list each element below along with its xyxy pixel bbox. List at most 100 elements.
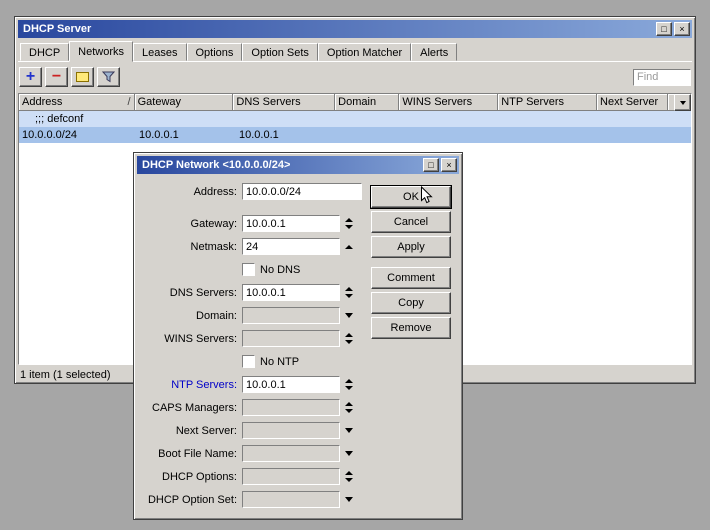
filter-button[interactable] — [97, 67, 120, 87]
caps-managers-spinner[interactable] — [342, 402, 356, 413]
gateway-spinner[interactable] — [342, 218, 356, 229]
table-row-comment[interactable]: ;;; defconf — [19, 111, 691, 127]
copy-button[interactable]: Copy — [371, 292, 451, 314]
domain-row: Domain: — [143, 304, 369, 327]
caps-managers-field[interactable] — [242, 399, 340, 416]
spin-down-icon — [345, 225, 353, 229]
address-field[interactable] — [242, 183, 362, 200]
spin-up-icon — [345, 245, 353, 249]
no-ntp-checkbox[interactable] — [242, 355, 255, 368]
main-window-titlebar[interactable]: DHCP Server □ × — [18, 20, 692, 38]
close-icon: × — [679, 24, 684, 34]
dhcp-option-set-field[interactable] — [242, 491, 340, 508]
toolbar: + − — [18, 66, 692, 88]
spin-up-icon — [345, 471, 353, 475]
comment-icon — [76, 72, 89, 82]
dialog-body: Address: Gateway: Netmask: — [137, 174, 459, 509]
tab-label: Option Sets — [251, 47, 308, 59]
desktop: DHCP Server □ × DHCP Networks Leases Opt… — [0, 0, 710, 530]
domain-dropdown[interactable] — [342, 313, 356, 318]
comment-button[interactable] — [71, 67, 94, 87]
caps-managers-row: CAPS Managers: — [143, 396, 369, 419]
find-input[interactable] — [633, 69, 691, 86]
add-button[interactable]: + — [19, 67, 42, 87]
domain-field[interactable] — [242, 307, 340, 324]
no-dns-checkbox[interactable] — [242, 263, 255, 276]
close-button[interactable]: × — [674, 22, 690, 36]
next-server-dropdown[interactable] — [342, 428, 356, 433]
dropdown-icon — [345, 497, 353, 502]
dns-servers-spinner[interactable] — [342, 287, 356, 298]
remove-button[interactable]: − — [45, 67, 68, 87]
next-server-row: Next Server: — [143, 419, 369, 442]
dhcp-option-set-label: DHCP Option Set: — [143, 494, 242, 506]
wins-servers-field[interactable] — [242, 330, 340, 347]
sort-indicator-icon: / — [128, 96, 131, 110]
ntp-servers-field[interactable] — [242, 376, 340, 393]
ok-button[interactable]: OK — [371, 186, 451, 208]
caps-managers-label: CAPS Managers: — [143, 402, 242, 414]
column-header-gateway[interactable]: Gateway — [135, 94, 234, 111]
tab-options[interactable]: Options — [187, 43, 243, 61]
tab-label: Options — [196, 47, 234, 59]
dhcp-option-set-dropdown[interactable] — [342, 497, 356, 502]
add-icon: + — [26, 70, 35, 84]
boot-file-name-label: Boot File Name: — [143, 448, 242, 460]
column-header-wins-servers[interactable]: WINS Servers — [399, 94, 498, 111]
wins-servers-spinner[interactable] — [342, 333, 356, 344]
comment-button[interactable]: Comment — [371, 267, 451, 289]
boot-file-name-row: Boot File Name: — [143, 442, 369, 465]
close-icon: × — [446, 160, 451, 170]
column-select-button[interactable] — [674, 94, 691, 111]
maximize-button[interactable]: □ — [656, 22, 672, 36]
ntp-servers-spinner[interactable] — [342, 379, 356, 390]
column-header-address[interactable]: Address / — [19, 94, 135, 111]
dhcp-options-field[interactable] — [242, 468, 340, 485]
tab-alerts[interactable]: Alerts — [411, 43, 457, 61]
column-header-next-server[interactable]: Next Server — [597, 94, 668, 111]
column-header-ntp-servers[interactable]: NTP Servers — [498, 94, 597, 111]
tab-dhcp[interactable]: DHCP — [20, 43, 69, 61]
boot-file-name-dropdown[interactable] — [342, 451, 356, 456]
next-server-field[interactable] — [242, 422, 340, 439]
ntp-servers-row: NTP Servers: — [143, 373, 369, 396]
remove-button[interactable]: Remove — [371, 317, 451, 339]
dialog-titlebar[interactable]: DHCP Network <10.0.0.0/24> □ × — [137, 156, 459, 174]
tab-option-sets[interactable]: Option Sets — [242, 43, 317, 61]
tab-networks[interactable]: Networks — [69, 41, 133, 62]
column-header-dns-servers[interactable]: DNS Servers — [233, 94, 335, 111]
spin-down-icon — [345, 386, 353, 390]
spin-up-icon — [345, 287, 353, 291]
netmask-field[interactable] — [242, 238, 340, 255]
tab-label: Networks — [78, 46, 124, 58]
gateway-field[interactable] — [242, 215, 340, 232]
dropdown-icon — [680, 101, 686, 105]
cancel-button[interactable]: Cancel — [371, 211, 451, 233]
tab-label: Alerts — [420, 47, 448, 59]
address-label: Address: — [143, 186, 242, 198]
next-server-label: Next Server: — [143, 425, 242, 437]
maximize-icon: □ — [428, 160, 433, 170]
dhcp-options-spinner[interactable] — [342, 471, 356, 482]
gateway-label: Gateway: — [143, 218, 242, 230]
tab-leases[interactable]: Leases — [133, 43, 186, 61]
spin-up-icon — [345, 379, 353, 383]
cell-dns-servers: 10.0.0.1 — [236, 129, 339, 141]
column-label: Next Server — [600, 96, 658, 108]
dns-servers-field[interactable] — [242, 284, 340, 301]
dialog-close-button[interactable]: × — [441, 158, 457, 172]
dialog-maximize-button[interactable]: □ — [423, 158, 439, 172]
apply-button[interactable]: Apply — [371, 236, 451, 258]
dhcp-network-dialog: DHCP Network <10.0.0.0/24> □ × Address: … — [133, 152, 463, 520]
tab-label: DHCP — [29, 47, 60, 59]
tab-option-matcher[interactable]: Option Matcher — [318, 43, 411, 61]
column-label: NTP Servers — [501, 96, 564, 108]
spin-up-icon — [345, 218, 353, 222]
wins-servers-row: WINS Servers: — [143, 327, 369, 350]
boot-file-name-field[interactable] — [242, 445, 340, 462]
table-row-entry[interactable]: 10.0.0.0/24 10.0.0.1 10.0.0.1 — [19, 127, 691, 143]
netmask-row: Netmask: — [143, 235, 369, 258]
column-header-domain[interactable]: Domain — [335, 94, 399, 111]
spin-down-icon — [345, 340, 353, 344]
netmask-up-control[interactable] — [342, 245, 356, 249]
